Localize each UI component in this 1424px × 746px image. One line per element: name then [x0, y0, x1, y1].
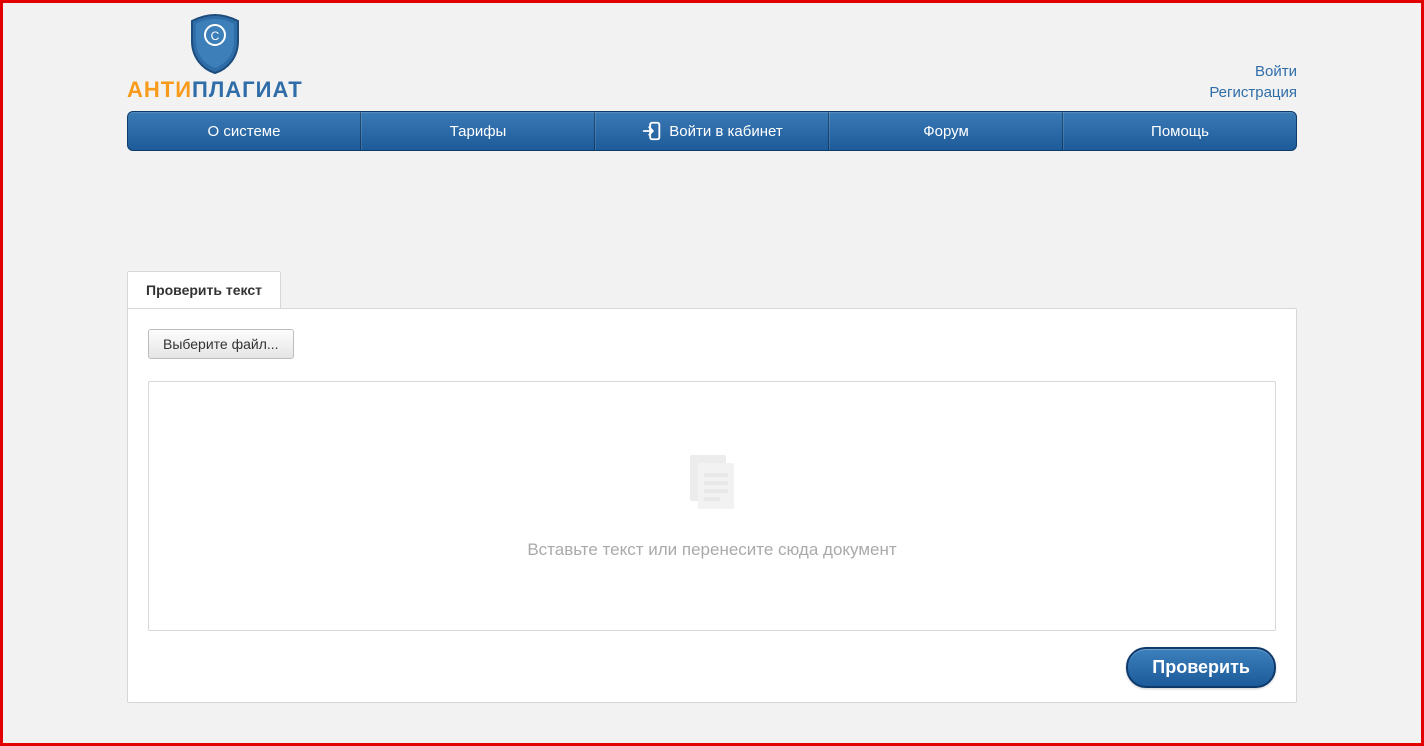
logo-part2: ПЛАГИАТ	[192, 77, 303, 102]
nav-cabinet-label: Войти в кабинет	[669, 123, 782, 140]
check-button[interactable]: Проверить	[1126, 647, 1276, 688]
login-icon	[641, 120, 663, 142]
tab-row: Проверить текст	[127, 271, 1297, 308]
file-select-button[interactable]: Выберите файл...	[148, 329, 294, 359]
logo[interactable]: C АНТИПЛАГИАТ	[127, 13, 303, 103]
nav-forum[interactable]: Форум	[829, 112, 1063, 150]
auth-links: Войти Регистрация	[1209, 61, 1297, 103]
nav-bar: О системе Тарифы Войти в кабинет Форум П…	[127, 111, 1297, 151]
check-panel: Выберите файл... Вставьте текст или пере…	[127, 308, 1297, 703]
drop-placeholder-text: Вставьте текст или перенесите сюда докум…	[527, 540, 896, 560]
nav-help-label: Помощь	[1151, 123, 1209, 140]
logo-text: АНТИПЛАГИАТ	[127, 77, 303, 103]
svg-text:C: C	[211, 29, 220, 43]
nav-tariffs[interactable]: Тарифы	[361, 112, 595, 150]
login-link[interactable]: Войти	[1209, 61, 1297, 82]
nav-help[interactable]: Помощь	[1063, 112, 1296, 150]
nav-about[interactable]: О системе	[128, 112, 361, 150]
shield-icon: C	[188, 13, 242, 75]
text-drop-zone[interactable]: Вставьте текст или перенесите сюда докум…	[148, 381, 1276, 631]
nav-tariffs-label: Тарифы	[450, 123, 507, 140]
register-link[interactable]: Регистрация	[1209, 82, 1297, 103]
logo-part1: АНТИ	[127, 77, 192, 102]
header: C АНТИПЛАГИАТ Войти Регистрация	[127, 3, 1297, 111]
tab-check-text[interactable]: Проверить текст	[127, 271, 281, 308]
document-icon	[682, 453, 742, 515]
nav-about-label: О системе	[208, 123, 281, 140]
nav-forum-label: Форум	[923, 123, 969, 140]
nav-cabinet[interactable]: Войти в кабинет	[595, 112, 829, 150]
check-section: Проверить текст Выберите файл... Вставьт…	[127, 271, 1297, 703]
